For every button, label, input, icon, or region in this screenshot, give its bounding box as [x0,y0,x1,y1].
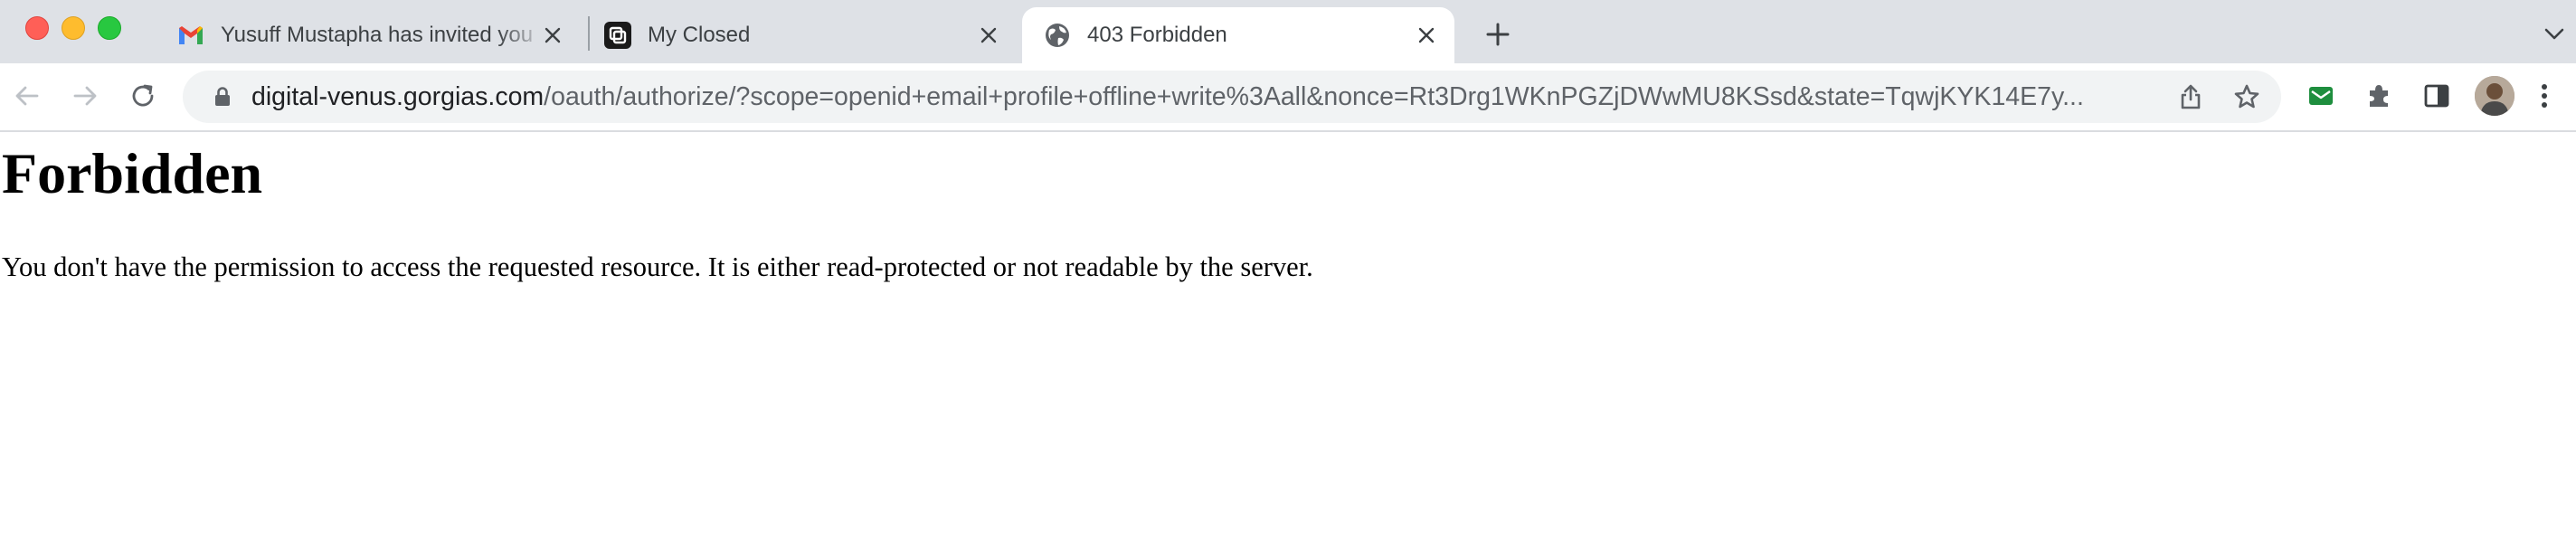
new-tab-button[interactable] [1480,16,1516,52]
tab-title: 403 Forbidden [1087,23,1227,47]
window-close-button[interactable] [25,16,49,40]
profile-avatar[interactable] [2475,76,2514,116]
page-heading: Forbidden [2,141,263,205]
share-icon[interactable] [2173,79,2209,115]
url-text[interactable]: digital-venus.gorgias.com/oauth/authoriz… [251,82,2169,112]
tab-gmail[interactable]: Yusuff Mustapha has invited you [177,7,581,63]
tab-403-forbidden[interactable]: 403 Forbidden [1022,7,1454,63]
close-tab-icon[interactable] [1411,20,1442,51]
mail-extension-icon[interactable] [2301,76,2341,116]
forward-arrow-icon[interactable] [65,76,105,116]
reload-icon[interactable] [123,76,163,116]
browser-toolbar: digital-venus.gorgias.com/oauth/authoriz… [0,63,2576,132]
app-icon [604,22,631,49]
page-content: Forbidden You don't have the permission … [0,132,2576,550]
tab-search-chevron-icon[interactable] [2536,16,2572,52]
tab-title: My Closed [648,23,751,47]
tab-title: Yusuff Mustapha has invited you [221,23,534,47]
side-panel-icon[interactable] [2417,76,2457,116]
window-zoom-button[interactable] [98,16,121,40]
url-path: /oauth/authorize/?scope=openid+email+pro… [544,81,2084,111]
gmail-icon [177,22,204,49]
close-tab-icon[interactable] [537,20,568,51]
tab-strip: Yusuff Mustapha has invited you My Close… [0,0,2576,63]
close-tab-icon[interactable] [973,20,1004,51]
globe-icon [1044,22,1071,49]
extensions-puzzle-icon[interactable] [2359,76,2399,116]
tab-my-closed[interactable]: My Closed [604,7,1017,63]
chrome-menu-kebab-icon[interactable] [2531,76,2558,116]
bookmark-star-icon[interactable] [2229,79,2265,115]
tab-divider [588,16,590,51]
lock-icon[interactable] [204,79,241,115]
window-minimize-button[interactable] [62,16,85,40]
address-bar[interactable]: digital-venus.gorgias.com/oauth/authoriz… [183,71,2281,123]
error-message: You don't have the permission to access … [2,251,1313,282]
url-host: digital-venus.gorgias.com [251,81,545,111]
back-arrow-icon[interactable] [7,76,47,116]
